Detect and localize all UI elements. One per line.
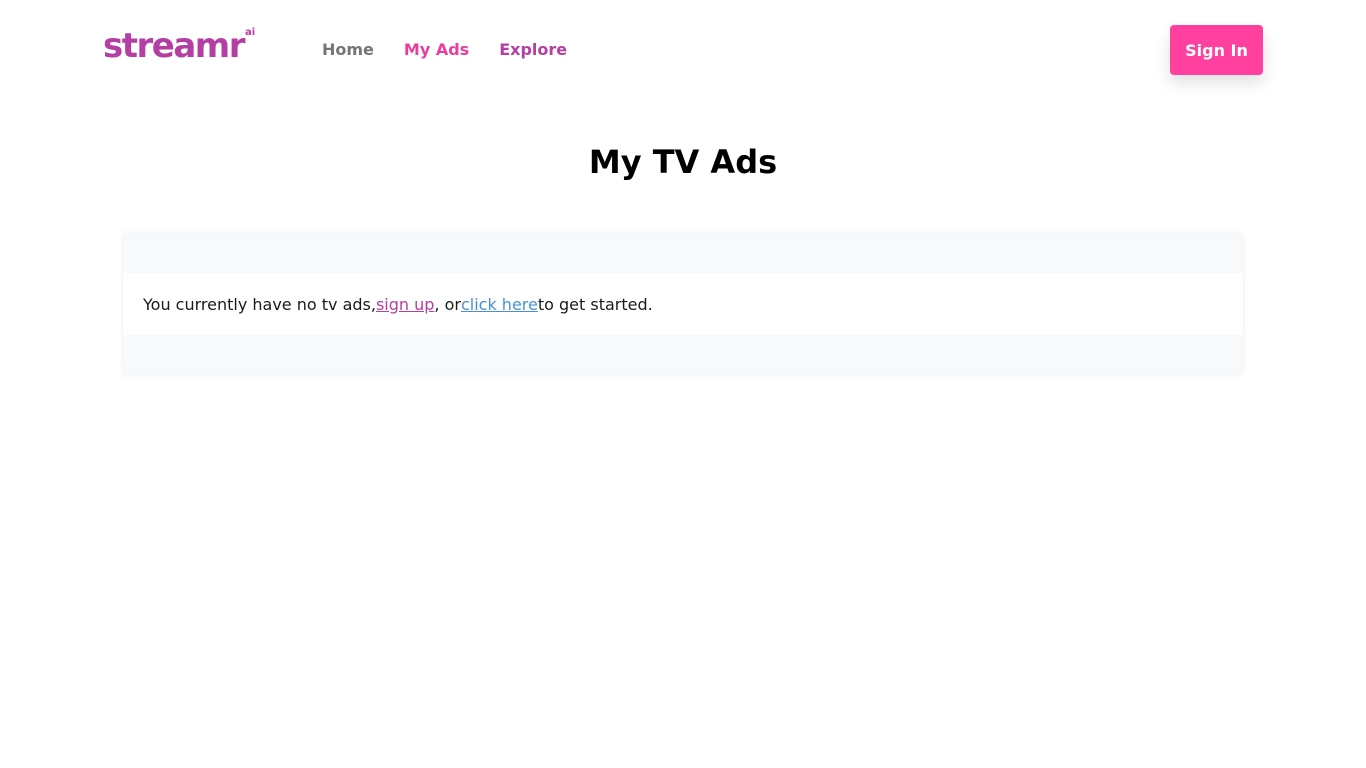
ads-card: You currently have no tv ads, sign up , …	[123, 233, 1243, 375]
logo-wordmark: streamr	[103, 26, 245, 66]
streamr-logo[interactable]: streamr ai	[103, 26, 255, 66]
nav-my-ads[interactable]: My Ads	[404, 38, 469, 62]
top-navbar: streamr ai Home My Ads Explore Sign In	[0, 0, 1366, 100]
nav-home[interactable]: Home	[322, 38, 374, 62]
sign-up-link[interactable]: sign up	[376, 295, 434, 314]
click-here-link[interactable]: click here	[461, 295, 538, 314]
empty-text-middle: , or	[434, 294, 461, 314]
card-header	[123, 233, 1243, 273]
empty-text-before: You currently have no tv ads,	[143, 294, 376, 314]
empty-state-message: You currently have no tv ads, sign up , …	[123, 273, 1243, 335]
main-nav: Home My Ads Explore	[322, 38, 597, 62]
empty-text-after: to get started.	[537, 294, 653, 314]
sign-in-button[interactable]: Sign In	[1170, 25, 1263, 75]
nav-explore[interactable]: Explore	[499, 38, 567, 62]
logo-ai-superscript: ai	[244, 27, 256, 38]
card-footer	[123, 335, 1243, 375]
page-title: My TV Ads	[588, 143, 778, 181]
